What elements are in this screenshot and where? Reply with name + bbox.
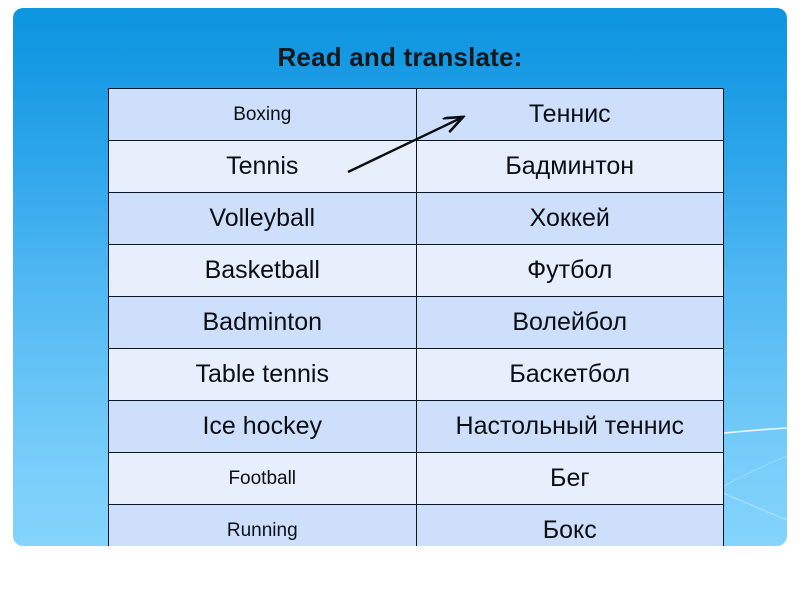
table-row: Basketball Футбол [108,244,724,297]
vocabulary-table: Boxing Теннис Tennis Бадминтон Volleybal… [108,88,724,546]
cell-english: Football [108,452,417,505]
cell-english: Badminton [108,296,417,349]
table-row: Running Бокс [108,504,724,546]
table-row: Boxing Теннис [108,88,724,141]
slide-canvas: Read and translate: Boxing Теннис Tennis… [13,8,787,546]
cell-russian: Футбол [415,244,724,297]
cell-english: Basketball [108,244,417,297]
cell-russian: Волейбол [415,296,724,349]
page-title: Read and translate: [277,42,523,72]
table-row: Football Бег [108,452,724,505]
table-row: Volleyball Хоккей [108,192,724,245]
cell-english: Tennis [108,140,417,193]
cell-english: Running [108,504,417,546]
table-row: Ice hockey Настольный теннис [108,400,724,453]
cell-russian: Баскетбол [415,348,724,401]
cell-russian: Теннис [415,88,724,141]
cell-english: Boxing [108,88,417,141]
cell-russian: Бадминтон [415,140,724,193]
table-row: Badminton Волейбол [108,296,724,349]
cell-russian: Бег [415,452,724,505]
cell-russian: Настольный теннис [415,400,724,453]
cell-english: Volleyball [108,192,417,245]
cell-english: Ice hockey [108,400,417,453]
table-row: Tennis Бадминтон [108,140,724,193]
cell-russian: Бокс [415,504,724,546]
cell-english: Table tennis [108,348,417,401]
table-row: Table tennis Баскетбол [108,348,724,401]
cell-russian: Хоккей [415,192,724,245]
